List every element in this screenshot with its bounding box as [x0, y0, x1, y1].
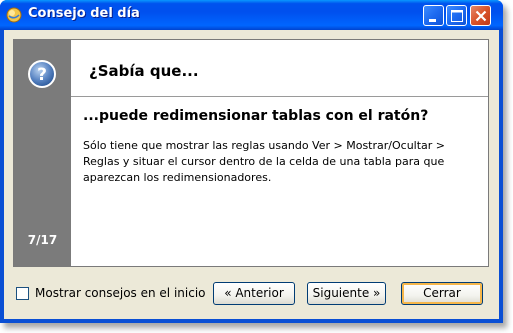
close-window-button[interactable] — [470, 5, 491, 26]
dialog-client-area: ? 7/17 ¿Sabía que... ...puede redimensio… — [4, 30, 499, 319]
close-button[interactable]: Cerrar — [401, 282, 483, 305]
dialog-window: Consejo del día ? 7/17 ¿Sabía que... ...… — [0, 0, 503, 323]
show-tips-checkbox[interactable] — [16, 287, 29, 300]
maximize-button[interactable] — [446, 5, 467, 26]
svg-text:?: ? — [37, 65, 47, 85]
tip-body: Sólo tiene que mostrar las reglas usando… — [83, 139, 446, 184]
help-question-icon: ? — [27, 59, 57, 89]
show-tips-label[interactable]: Mostrar consejos en el inicio — [35, 286, 206, 300]
title-bar[interactable]: Consejo del día — [0, 0, 503, 30]
tip-title: ...puede redimensionar tablas con el rat… — [83, 108, 429, 124]
app-globe-icon — [6, 7, 22, 23]
close-icon — [475, 10, 487, 22]
previous-tip-button[interactable]: « Anterior — [213, 282, 295, 305]
tip-panel: ? 7/17 ¿Sabía que... ...puede redimensio… — [13, 39, 489, 267]
next-tip-button[interactable]: Siguiente » — [307, 282, 386, 305]
tip-heading: ¿Sabía que... — [89, 62, 199, 80]
minimize-icon — [429, 19, 436, 22]
minimize-button[interactable] — [423, 5, 444, 26]
divider — [71, 96, 488, 97]
tip-sidebar: ? 7/17 — [14, 40, 71, 266]
tip-counter: 7/17 — [27, 233, 58, 247]
maximize-icon — [451, 10, 463, 22]
window-title: Consejo del día — [28, 6, 140, 21]
